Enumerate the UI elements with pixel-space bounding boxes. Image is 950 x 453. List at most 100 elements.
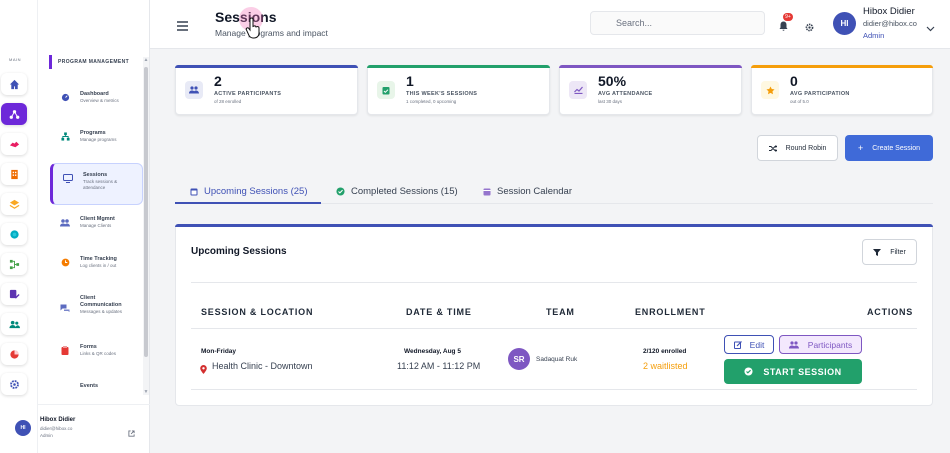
column-header-session: SESSION & LOCATION [201, 307, 314, 317]
active-tab-indicator [175, 202, 321, 204]
rail-person-edit-icon[interactable] [1, 283, 27, 305]
sidebar-user-email: didier@hibox.co [40, 426, 73, 431]
rail-users-icon[interactable] [1, 313, 27, 335]
programs-icon [60, 131, 70, 141]
participants-button[interactable]: Participants [779, 335, 862, 354]
sidebar-item-events[interactable]: Events [50, 383, 143, 397]
stat-sub: of 28 enrolled [214, 99, 242, 104]
stat-label: THIS WEEK'S SESSIONS [406, 91, 478, 97]
row-divider [191, 389, 917, 390]
sidebar-item-label: Forms [80, 344, 97, 350]
sidebar-item-label: Client Mgmnt [80, 216, 115, 222]
edit-button[interactable]: Edit [724, 335, 774, 354]
session-time: 11:12 AM - 11:12 PM [397, 361, 481, 371]
section-title: Upcoming Sessions [191, 246, 287, 257]
sidebar-item-programs[interactable]: Programs Manage programs [50, 130, 143, 160]
team-member-name: Sadaquat Ruk [536, 356, 578, 363]
sidebar-item-sub: Manage programs [80, 137, 117, 142]
scroll-up-icon[interactable]: ▲ [143, 57, 149, 63]
sidebar-item-sub: Messages & updates [80, 309, 123, 314]
header-avatar[interactable]: HI [833, 12, 856, 35]
stat-card-bar [175, 65, 358, 68]
plus-icon: + [857, 143, 864, 153]
search-input[interactable]: Search... [590, 11, 765, 35]
sidebar-item-forms[interactable]: Forms Links & QR codes [50, 344, 143, 374]
tab-upcoming-sessions[interactable]: Upcoming Sessions (25) [190, 179, 308, 203]
users-icon [185, 81, 203, 99]
tab-session-calendar[interactable]: Session Calendar [483, 179, 572, 203]
round-robin-button[interactable]: Round Robin [757, 135, 838, 161]
enrollment-count: 2/120 enrolled [643, 348, 687, 355]
sidebar-item-client-mgmnt[interactable]: Client Mgmnt Manage Clients [50, 216, 143, 246]
chat-icon [60, 303, 70, 313]
check-circle-icon [336, 186, 345, 196]
stat-value: 2 [214, 73, 222, 89]
sidebar-item-label: Programs [80, 130, 106, 136]
column-header-date: DATE & TIME [406, 307, 472, 317]
sidebar-item-time-tracking[interactable]: Time Tracking Log clients in / out [50, 256, 143, 286]
header-row-divider [191, 328, 917, 329]
sidebar-scrollbar[interactable]: ▲ ▼ [143, 57, 149, 395]
column-header-actions: ACTIONS [867, 307, 914, 317]
start-session-button[interactable]: START SESSION [724, 359, 862, 384]
calendar-icon [190, 188, 198, 195]
stat-label: ACTIVE PARTICIPANTS [214, 91, 282, 97]
shuffle-icon [768, 144, 777, 152]
sessions-icon [63, 173, 73, 183]
stat-value: 0 [790, 73, 798, 89]
rail-pie-chart-icon[interactable] [1, 343, 27, 365]
rail-stack-icon[interactable] [1, 193, 27, 215]
filter-label: Filter [890, 248, 906, 256]
sidebar-user-name: Hibox Didier [40, 417, 76, 423]
stat-card-participants: 2 ACTIVE PARTICIPANTS of 28 enrolled [175, 65, 358, 115]
sidebar-item-label: Time Tracking [80, 256, 117, 262]
stat-sub: out of 5.0 [790, 99, 809, 104]
stat-card-bar [751, 65, 933, 68]
scroll-down-icon[interactable]: ▼ [143, 389, 149, 395]
rail-flow-icon[interactable] [1, 253, 27, 275]
stat-card-bar [367, 65, 550, 68]
session-date: Wednesday, Aug 5 [404, 348, 461, 355]
sidebar-item-client-communication[interactable]: Client Communication Messages & updates [50, 295, 143, 331]
participants-icon [788, 340, 799, 349]
waitlist-count: 2 waitlisted [643, 361, 688, 371]
rail-globe-icon[interactable] [1, 223, 27, 245]
sidebar-user-avatar[interactable]: HI [15, 420, 31, 436]
session-schedule: Mon-Friday [201, 348, 237, 355]
rail-settings-icon[interactable] [1, 373, 27, 395]
trend-icon [569, 81, 587, 99]
tab-completed-sessions[interactable]: Completed Sessions (15) [336, 179, 458, 203]
menu-toggle-icon[interactable] [177, 18, 188, 36]
hand-cursor-icon [245, 17, 261, 44]
rail-building-icon[interactable] [1, 163, 27, 185]
create-session-button[interactable]: + Create Session [845, 135, 933, 161]
sidebar-user-role: Admin [40, 433, 53, 438]
stat-card-weekly-sessions: 1 THIS WEEK'S SESSIONS 1 completed, 0 up… [367, 65, 550, 115]
filter-button[interactable]: Filter [862, 239, 917, 265]
tab-label: Session Calendar [497, 185, 572, 197]
header-user-name: Hibox Didier [863, 6, 915, 17]
participants-label: Participants [807, 339, 853, 350]
sidebar-item-dashboard[interactable]: Dashboard Overview & metrics [50, 91, 143, 121]
rail-network-icon[interactable] [1, 103, 27, 125]
check-circle-icon [744, 367, 753, 376]
create-session-label: Create Session [872, 144, 921, 152]
calendar-check-icon [377, 81, 395, 99]
sidebar-item-label: Sessions [83, 172, 108, 178]
stat-card-attendance: 50% AVG ATTENDANCE last 30 days [559, 65, 742, 115]
clock-icon [60, 257, 70, 267]
chevron-down-icon[interactable] [926, 19, 935, 37]
stat-value: 1 [406, 73, 414, 89]
panel-top-bar [175, 224, 933, 227]
sidebar-item-sessions[interactable]: Sessions Track sessions & attendance [50, 163, 143, 205]
sidebar-item-label: Client Communication [80, 295, 122, 308]
rail-handshake-icon[interactable] [1, 133, 27, 155]
stat-label: AVG ATTENDANCE [598, 91, 653, 97]
gear-icon[interactable] [805, 19, 814, 37]
scrollbar-thumb[interactable] [144, 67, 148, 357]
clients-icon [60, 217, 70, 227]
team-avatar[interactable]: SR [508, 348, 530, 370]
external-link-icon[interactable] [128, 424, 135, 442]
sidebar-item-sub: Manage Clients [80, 223, 112, 228]
rail-home-icon[interactable] [1, 73, 27, 95]
